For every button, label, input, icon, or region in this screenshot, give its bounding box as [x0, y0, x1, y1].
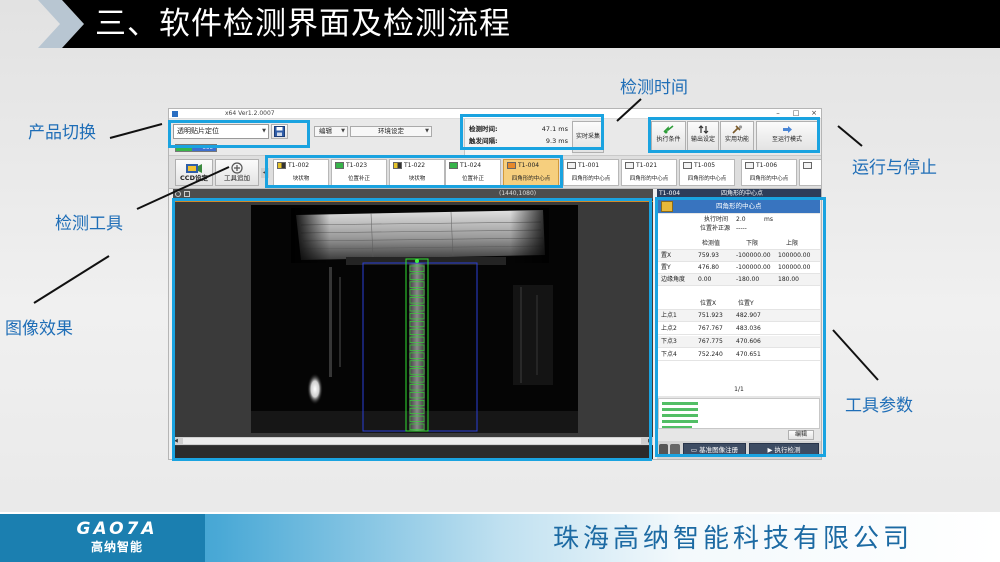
line-image-effect [33, 255, 110, 304]
line-product-switch [109, 123, 163, 139]
line-tool-params [832, 329, 879, 381]
slide: 三、软件检测界面及检测流程 x64 Ver1.2.0007 – □ × 透明贴片… [0, 0, 1000, 562]
line-detection-time [616, 98, 642, 122]
line-run-stop [837, 125, 863, 147]
annotation-lines [33, 98, 879, 381]
line-detection-tools [136, 166, 230, 210]
